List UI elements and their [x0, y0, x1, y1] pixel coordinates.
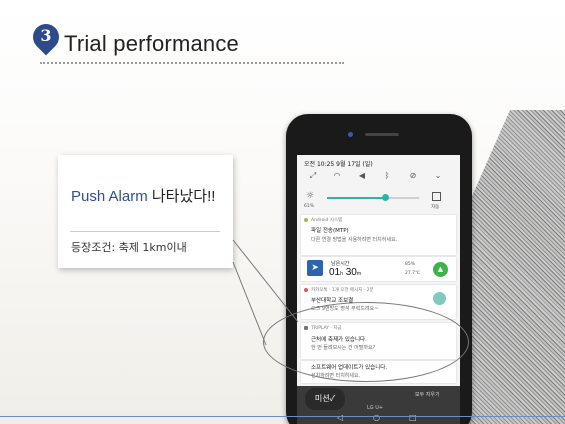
pointer-line-bottom — [232, 261, 267, 346]
footer-rule — [0, 416, 565, 417]
pointer-line-top — [232, 239, 299, 323]
highlight-ellipse — [263, 302, 469, 382]
slide: 3 Trial performance Push Alarm 나타났다!! 등장… — [0, 0, 565, 424]
